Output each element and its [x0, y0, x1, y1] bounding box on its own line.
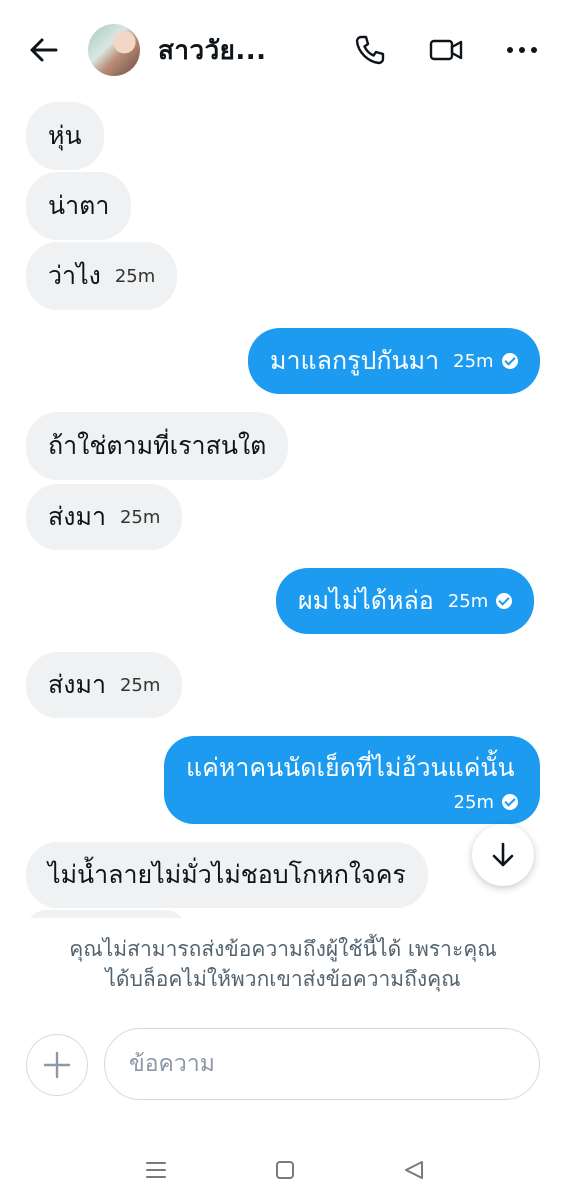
- message-incoming[interactable]: ส่งมา 25m: [26, 652, 183, 718]
- menu-icon[interactable]: [144, 1158, 168, 1182]
- arrow-down-icon: [492, 842, 514, 867]
- message-input-placeholder: ข้อความ: [129, 1051, 215, 1077]
- back-arrow-icon[interactable]: [26, 32, 62, 68]
- message-time: 25m: [119, 506, 161, 528]
- sent-check-icon: [501, 353, 518, 369]
- message-text: น่าตา: [48, 191, 110, 220]
- message-meta: 25m: [440, 792, 518, 813]
- add-media-button[interactable]: [26, 1034, 88, 1096]
- plus-icon: [43, 1051, 71, 1079]
- phone-icon[interactable]: [352, 32, 388, 68]
- message-time: 25m: [119, 674, 161, 696]
- message-text: ผมไม่ได้หล่อ: [298, 586, 434, 615]
- conversation-header: สาววัย...: [0, 0, 566, 100]
- back-nav-icon[interactable]: [402, 1158, 426, 1182]
- message-incoming[interactable]: หุ่น: [26, 102, 104, 170]
- list-fade: [0, 918, 566, 932]
- message-time: 25m: [453, 791, 494, 813]
- blocked-notice-line: ได้บล็อคไม่ให้พวกเขาส่งข้อความถึงคุณ: [105, 967, 461, 991]
- scroll-to-bottom-button[interactable]: [472, 824, 534, 886]
- sent-check-icon: [502, 794, 518, 810]
- message-text: แค่หาคนนัดเย็ดที่ไม่อ้วนแค่นั้น: [186, 752, 515, 782]
- message-text: ส่งมา: [48, 670, 106, 699]
- conversation-title[interactable]: สาววัย...: [158, 30, 267, 71]
- message-text: หุ่น: [48, 121, 82, 150]
- message-outgoing[interactable]: แค่หาคนนัดเย็ดที่ไม่อ้วนแค่นั้น 25m: [164, 736, 540, 824]
- blocked-notice: คุณไม่สามารถส่งข้อความถึงผู้ใช้นี้ได้ เพ…: [20, 934, 546, 994]
- message-text: ไม่น้ำลายไม่มั่วไม่ชอบโกหกใจคร: [48, 860, 406, 889]
- message-text: ส่งมา: [48, 502, 106, 531]
- message-outgoing[interactable]: มาแลกรูปกันมา 25m: [248, 328, 540, 394]
- video-icon[interactable]: [428, 32, 464, 68]
- message-incoming[interactable]: ส่งมา 25m: [26, 484, 183, 550]
- message-incoming[interactable]: ถ้าใช่ตามที่เราสนใต: [26, 412, 289, 480]
- sent-check-icon: [496, 593, 513, 609]
- message-outgoing[interactable]: ผมไม่ได้หล่อ 25m: [276, 568, 535, 634]
- message-time: 25m: [453, 350, 494, 372]
- message-text: ถ้าใช่ตามที่เราสนใต: [48, 431, 267, 460]
- home-icon[interactable]: [273, 1158, 297, 1182]
- message-text: มาแลกรูปกันมา: [270, 346, 440, 375]
- message-text: ว่าไง: [48, 261, 101, 290]
- blocked-notice-line: คุณไม่สามารถส่งข้อความถึงผู้ใช้นี้ได้ เพ…: [69, 937, 497, 961]
- system-nav-bar: [0, 1140, 566, 1200]
- message-time: 25m: [114, 265, 156, 287]
- message-incoming[interactable]: น่าตา: [26, 172, 132, 240]
- message-incoming[interactable]: ไม่น้ำลายไม่มั่วไม่ชอบโกหกใจคร: [26, 842, 428, 908]
- avatar[interactable]: [88, 24, 140, 76]
- more-icon[interactable]: [504, 32, 540, 68]
- message-incoming[interactable]: ว่าไง 25m: [26, 242, 178, 310]
- message-time: 25m: [447, 590, 489, 612]
- message-input[interactable]: ข้อความ: [104, 1028, 540, 1100]
